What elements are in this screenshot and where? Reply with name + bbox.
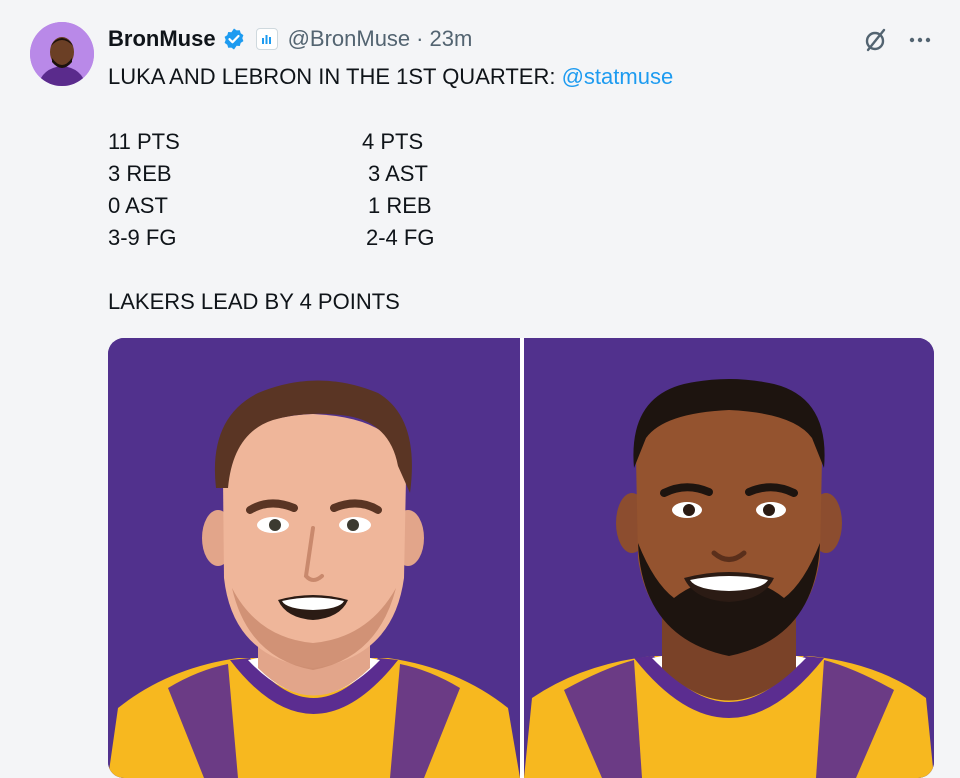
lead-text: LAKERS LEAD BY 4 POINTS: [108, 289, 400, 314]
lebron-stat-points: 4 PTS: [362, 129, 424, 154]
media-image-lebron[interactable]: [524, 338, 934, 778]
luka-stat-points: 11 PTS: [108, 129, 180, 154]
luka-stat-assists: 0 AST: [108, 193, 168, 218]
grok-icon[interactable]: [862, 26, 890, 54]
luka-stat-rebounds: 3 REB: [108, 161, 172, 186]
lebron-stat-rebounds: 1 REB: [368, 193, 432, 218]
media-image-luka[interactable]: [108, 338, 520, 778]
more-options-icon[interactable]: [906, 26, 934, 54]
avatar[interactable]: [30, 22, 94, 86]
timestamp[interactable]: 23m: [430, 26, 473, 52]
mention-link[interactable]: @statmuse: [562, 64, 674, 89]
handle[interactable]: @BronMuse: [288, 26, 411, 52]
tweet-headline: LUKA AND LEBRON IN THE 1ST QUARTER: @sta…: [108, 62, 673, 92]
lebron-stat-assists: 3 AST: [368, 161, 428, 186]
separator: ·: [416, 26, 424, 51]
verified-badge-icon[interactable]: [222, 27, 246, 51]
avatar-image: [30, 22, 94, 86]
statmuse-affiliate-icon[interactable]: [255, 28, 278, 50]
tweet: BronMuse @BronMuse · 23m LUKA AND LEBRON…: [0, 0, 960, 778]
tweet-header: BronMuse @BronMuse · 23m: [108, 24, 472, 54]
display-name[interactable]: BronMuse: [108, 26, 216, 52]
lebron-stat-fg: 2-4 FG: [366, 225, 435, 250]
luka-stat-fg: 3-9 FG: [108, 225, 177, 250]
luka-illustration: [108, 338, 520, 778]
lebron-illustration: [524, 338, 934, 778]
tweet-media[interactable]: [108, 338, 934, 778]
headline-text: LUKA AND LEBRON IN THE 1ST QUARTER:: [108, 64, 556, 89]
luka-stats: 11 PTS 3 REB 0 AST 3-9 FG: [108, 126, 180, 254]
lebron-stats: 4 PTS 3 AST 1 REB 2-4 FG: [362, 126, 434, 254]
